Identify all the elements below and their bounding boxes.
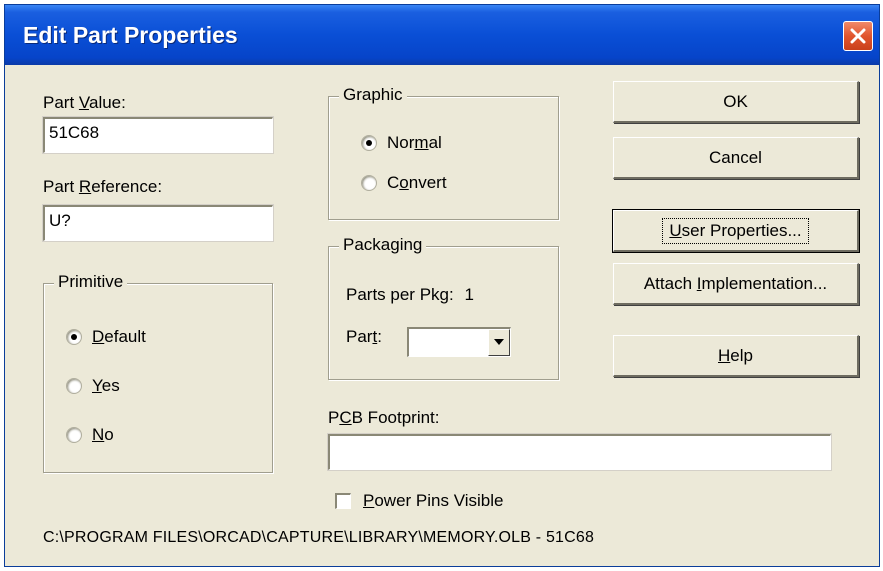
radio-button-icon (66, 378, 82, 394)
parts-per-pkg-value: 1 (464, 285, 474, 304)
checkbox-label: Power Pins Visible (363, 491, 503, 511)
edit-part-properties-dialog: Edit Part Properties Part Value: 51C68 P… (4, 4, 880, 567)
dialog-title: Edit Part Properties (23, 22, 238, 48)
label-text: o (104, 425, 114, 444)
label-mnemonic: P (363, 491, 375, 510)
packaging-group: Packaging Parts per Pkg: 1 Part: (328, 235, 559, 380)
label-text: es (101, 376, 120, 395)
primitive-yes-radio[interactable]: Yes (66, 376, 120, 396)
label-text: C (387, 173, 400, 192)
radio-button-icon (361, 175, 377, 191)
pcb-footprint-label: PCB Footprint: (328, 408, 440, 428)
part-select-dropdown-button[interactable] (488, 329, 510, 356)
label-text: B Footprint: (351, 408, 440, 427)
button-label: User Properties... (662, 217, 809, 244)
part-value-label: Part Value: (43, 93, 126, 113)
label-mnemonic: C (339, 408, 352, 427)
label-mnemonic: R (78, 177, 92, 196)
graphic-group-title: Graphic (339, 85, 407, 105)
primitive-group-title: Primitive (54, 272, 128, 292)
primitive-default-radio[interactable]: Default (66, 327, 146, 347)
radio-label: Default (92, 327, 146, 347)
label-text: efault (104, 327, 146, 346)
label-text: Par (346, 327, 373, 346)
part-select-label: Part: (346, 327, 382, 347)
radio-label: No (92, 425, 114, 445)
label-mnemonic: H (718, 345, 731, 365)
label-text: ser Properties... (681, 220, 802, 240)
button-label: Help (718, 346, 753, 366)
label-mnemonic: N (92, 425, 105, 444)
graphic-group: Graphic Normal Convert (328, 85, 559, 220)
label-text: alue: (88, 93, 126, 112)
label-mnemonic: Y (92, 376, 102, 395)
close-button[interactable] (843, 21, 873, 51)
user-properties-button[interactable]: User Properties... (612, 209, 860, 253)
part-reference-input[interactable]: U? (42, 204, 274, 242)
parts-per-pkg-label: Parts per Pkg: 1 (346, 285, 474, 305)
radio-label: Normal (387, 133, 442, 153)
library-path-text: C:\PROGRAM FILES\ORCAD\CAPTURE\LIBRARY\M… (43, 529, 595, 546)
radio-label: Yes (92, 376, 120, 396)
label-text: eference: (91, 177, 163, 196)
primitive-group: Primitive Default Yes No (43, 272, 273, 473)
pcb-footprint-input[interactable] (327, 433, 832, 471)
checkbox-icon (335, 493, 351, 509)
radio-button-icon (361, 135, 377, 151)
part-select[interactable] (407, 327, 511, 357)
label-text: Attach (643, 273, 697, 293)
label-text: Nor (387, 133, 415, 152)
packaging-group-title: Packaging (339, 235, 427, 255)
label-text: nvert (408, 173, 447, 192)
label-text: mplementation... (701, 273, 828, 293)
radio-label: Convert (387, 173, 447, 193)
label-mnemonic: V (78, 93, 89, 112)
radio-button-icon (66, 329, 82, 345)
label-text: Parts per Pkg: (346, 285, 454, 304)
label-text: Part (43, 93, 79, 112)
power-pins-visible-checkbox[interactable]: Power Pins Visible (335, 491, 503, 511)
attach-implementation-button[interactable]: Attach Implementation... (613, 263, 859, 305)
radio-button-icon (66, 427, 82, 443)
primitive-no-radio[interactable]: No (66, 425, 114, 445)
label-mnemonic: U (669, 220, 682, 240)
label-text: : (377, 327, 382, 346)
label-mnemonic: o (399, 173, 409, 192)
title-bar[interactable]: Edit Part Properties (5, 5, 879, 65)
graphic-normal-radio[interactable]: Normal (361, 133, 442, 153)
label-text: Part (43, 177, 79, 196)
ok-button[interactable]: OK (613, 81, 859, 123)
part-value-input[interactable]: 51C68 (42, 116, 274, 154)
label-text: P (328, 408, 340, 427)
label-text: al (428, 133, 442, 152)
button-label: OK (723, 91, 748, 111)
label-mnemonic: D (92, 327, 105, 346)
label-mnemonic: m (414, 133, 429, 152)
part-reference-label: Part Reference: (43, 177, 162, 197)
button-label: Attach Implementation... (644, 274, 827, 294)
help-button[interactable]: Help (613, 335, 859, 377)
label-text: elp (730, 345, 753, 365)
label-text: ower Pins Visible (374, 491, 504, 510)
button-label: Cancel (709, 147, 762, 167)
cancel-button[interactable]: Cancel (613, 137, 859, 179)
graphic-convert-radio[interactable]: Convert (361, 173, 447, 193)
